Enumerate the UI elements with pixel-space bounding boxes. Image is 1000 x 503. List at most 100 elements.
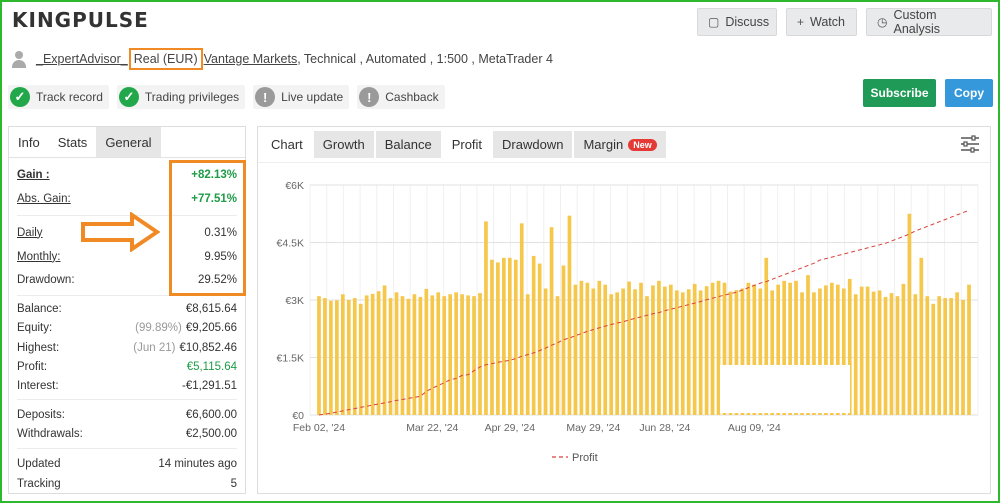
watch-label: Watch — [810, 15, 845, 29]
stat-label: Withdrawals: — [17, 427, 83, 440]
discuss-button[interactable]: ▢ Discuss — [697, 8, 777, 36]
custom-analysis-button[interactable]: ◷ Custom Analysis — [866, 8, 992, 36]
bar — [639, 282, 643, 415]
bar — [519, 223, 524, 415]
bar — [478, 293, 482, 415]
stat-equity-pct: (99.89%) — [135, 321, 182, 334]
stat-value: €5,115.64 — [186, 360, 237, 373]
subscribe-button[interactable]: Subscribe — [863, 79, 936, 107]
bar — [859, 286, 864, 415]
plus-icon: + — [797, 15, 805, 29]
copy-button[interactable]: Copy — [945, 79, 993, 107]
bar — [531, 255, 536, 415]
account-type-highlight: Real (EUR) — [128, 48, 203, 70]
stat-withdrawals: Withdrawals: €2,500.00 — [17, 424, 237, 443]
bar — [603, 284, 608, 415]
bar — [352, 298, 357, 415]
settings-sliders-icon[interactable] — [960, 135, 980, 153]
bar — [597, 280, 602, 415]
bar — [668, 284, 673, 415]
bar — [925, 296, 930, 415]
exclamation-icon: ! — [255, 87, 276, 107]
bar — [376, 291, 381, 415]
stat-label[interactable]: Gain : — [17, 169, 50, 181]
bar — [502, 257, 506, 415]
y-tick-label: €1.5K — [277, 353, 304, 365]
stat-label: Deposits: — [17, 408, 65, 421]
bar — [400, 296, 405, 415]
bar — [889, 293, 894, 415]
bar — [496, 262, 500, 415]
stat-profit: Profit: €5,115.64 — [17, 357, 237, 376]
bar — [364, 295, 369, 415]
chart-tabs: Chart Growth Balance Profit Drawdown Mar… — [258, 127, 990, 163]
bar — [346, 300, 351, 415]
tab-stats[interactable]: Stats — [48, 127, 97, 157]
bar — [716, 280, 721, 415]
tab-drawdown[interactable]: Drawdown — [493, 131, 573, 158]
stat-interest: Interest: -€1,291.51 — [17, 376, 237, 395]
arrow-right-icon — [81, 212, 160, 252]
bar — [466, 295, 470, 415]
stat-label[interactable]: Daily — [17, 227, 43, 239]
check-icon: ✓ — [118, 87, 139, 107]
bar — [627, 281, 631, 415]
bar — [472, 296, 476, 415]
stat-label[interactable]: Monthly: — [17, 251, 60, 263]
stat-balance: Balance: €8,615.64 — [17, 299, 237, 318]
y-tick-label: €3K — [285, 295, 304, 307]
avatar — [10, 50, 28, 68]
bar — [507, 257, 512, 415]
bar — [853, 294, 858, 415]
stat-label: Equity: — [17, 321, 53, 334]
stat-value: €2,500.00 — [185, 427, 237, 440]
tab-profit[interactable]: Profit — [442, 131, 492, 158]
x-tick-label: Mar 22, '24 — [406, 422, 458, 434]
x-tick-label: Apr 29, '24 — [485, 422, 536, 434]
y-tick-label: €4.5K — [277, 238, 304, 250]
bar — [698, 290, 703, 415]
broker-link[interactable]: Vantage Markets — [204, 52, 298, 66]
bar — [877, 290, 882, 415]
bar — [591, 288, 596, 415]
bar — [513, 259, 518, 415]
bar — [418, 296, 423, 415]
bar — [931, 303, 936, 415]
bar — [555, 296, 560, 415]
bar — [883, 296, 888, 415]
bar — [901, 283, 906, 415]
bar — [460, 294, 464, 415]
tab-growth[interactable]: Growth — [313, 131, 374, 158]
bar — [633, 289, 637, 415]
tab-general[interactable]: General — [96, 127, 161, 157]
tab-margin[interactable]: Margin New — [574, 131, 666, 158]
bar — [663, 286, 667, 415]
badge-label: Live update — [281, 90, 344, 104]
tab-info[interactable]: Info — [9, 127, 49, 157]
tab-chart[interactable]: Chart — [262, 131, 312, 158]
stat-tracking: Tracking 5 — [17, 474, 237, 493]
watch-button[interactable]: + Watch — [786, 8, 857, 36]
stat-label: Interest: — [17, 379, 59, 392]
bar — [645, 296, 649, 415]
badge-label: Cashback — [385, 90, 439, 104]
bar — [967, 284, 971, 415]
bar — [651, 285, 655, 415]
clock-icon: ◷ — [877, 15, 888, 29]
tab-margin-label: Margin — [583, 137, 624, 152]
bar — [317, 296, 321, 415]
bar — [949, 298, 953, 415]
x-tick-label: May 29, '24 — [566, 422, 620, 434]
bar — [567, 215, 572, 415]
stat-label: Highest: — [17, 341, 60, 354]
bar — [323, 298, 327, 415]
y-tick-label: €6K — [285, 180, 304, 192]
bar — [370, 293, 375, 415]
badge-label: Trading privileges — [144, 90, 240, 104]
new-badge: New — [628, 138, 657, 151]
divider — [17, 448, 237, 449]
tab-balance[interactable]: Balance — [375, 131, 441, 158]
user-link[interactable]: _ExpertAdvisor_ — [36, 52, 128, 66]
bar — [674, 290, 679, 415]
stat-label[interactable]: Abs. Gain: — [17, 193, 71, 205]
